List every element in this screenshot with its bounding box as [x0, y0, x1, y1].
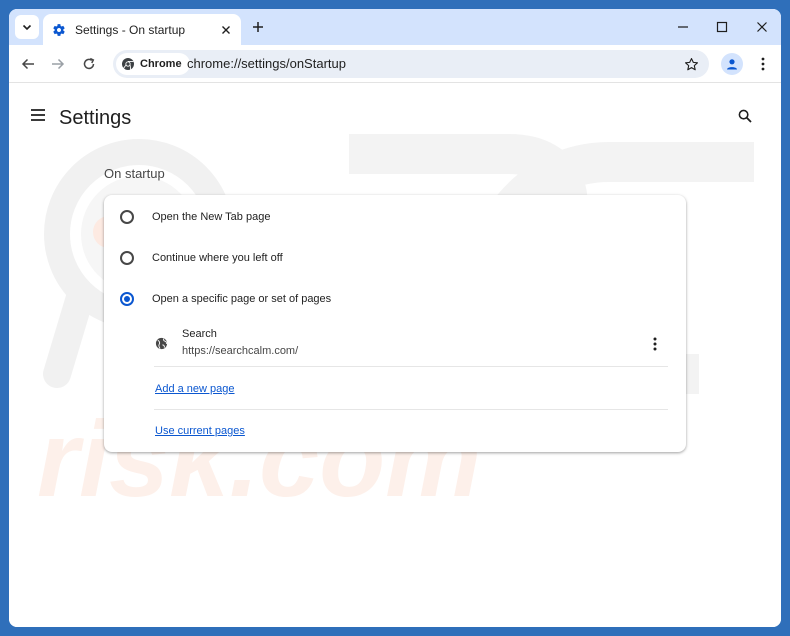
startup-page-entry: Search https://searchcalm.com/: [154, 325, 668, 367]
tab-settings[interactable]: Settings - On startup: [43, 14, 241, 45]
radio-label: Open the New Tab page: [152, 211, 271, 223]
close-icon[interactable]: [217, 21, 235, 39]
bookmark-star-icon[interactable]: [681, 54, 701, 74]
radio-button[interactable]: [120, 251, 134, 265]
radio-continue-where-left[interactable]: Continue where you left off: [120, 247, 283, 269]
menu-button[interactable]: [29, 106, 47, 124]
close-window-button[interactable]: [753, 18, 771, 36]
more-vertical-icon: [761, 57, 765, 71]
page-title: Settings: [59, 107, 132, 129]
reload-icon: [83, 57, 95, 70]
avatar-icon: [727, 59, 737, 70]
chip-label: Chrome: [140, 58, 182, 70]
chrome-logo-icon: [120, 56, 136, 72]
more-vertical-icon[interactable]: [648, 334, 662, 354]
radio-label: Open a specific page or set of pages: [152, 293, 332, 305]
tab-title: Settings - On startup: [75, 22, 186, 37]
forward-button[interactable]: [47, 53, 69, 75]
tab-search-button[interactable]: [15, 15, 39, 39]
maximize-button[interactable]: [713, 18, 731, 36]
minimize-icon: [678, 26, 688, 28]
browser-menu-button[interactable]: [753, 53, 773, 75]
hamburger-icon: [31, 109, 45, 121]
maximize-icon: [716, 21, 728, 33]
minimize-button[interactable]: [674, 18, 692, 36]
url-text[interactable]: chrome://settings/onStartup: [187, 56, 346, 71]
arrow-right-icon: [52, 58, 65, 70]
radio-button[interactable]: [120, 210, 134, 224]
gear-icon: [51, 22, 67, 38]
profile-button[interactable]: [721, 53, 743, 75]
search-icon: [738, 109, 752, 123]
new-tab-button[interactable]: [249, 18, 267, 36]
plus-icon: [253, 22, 263, 32]
startup-card: Open the New Tab page Continue where you…: [104, 195, 686, 452]
settings-page: risk.com Settings On startup Open the Ne…: [9, 84, 781, 627]
radio-button-selected[interactable]: [120, 292, 134, 306]
back-button[interactable]: [17, 53, 39, 75]
use-current-pages-link[interactable]: Use current pages: [155, 425, 245, 437]
add-new-page-link[interactable]: Add a new page: [155, 383, 235, 395]
site-url: https://searchcalm.com/: [182, 345, 299, 357]
radio-specific-pages[interactable]: Open a specific page or set of pages: [120, 288, 331, 310]
browser-window: Settings - On startup Chrome chrome://se…: [9, 9, 781, 627]
site-name: Search: [182, 328, 217, 340]
search-settings-button[interactable]: [735, 106, 755, 126]
divider: [154, 409, 668, 410]
globe-icon: [154, 336, 168, 350]
reload-button[interactable]: [78, 53, 100, 75]
toolbar: Chrome chrome://settings/onStartup: [9, 45, 781, 83]
site-info-chip[interactable]: Chrome: [116, 53, 190, 75]
radio-new-tab-page[interactable]: Open the New Tab page: [120, 206, 270, 228]
tab-strip: Settings - On startup: [9, 9, 781, 45]
address-bar[interactable]: Chrome chrome://settings/onStartup: [113, 50, 709, 78]
arrow-left-icon: [21, 58, 34, 70]
section-title: On startup: [104, 166, 165, 181]
radio-label: Continue where you left off: [152, 252, 283, 264]
chevron-down-icon: [22, 24, 32, 31]
close-icon: [757, 22, 767, 32]
